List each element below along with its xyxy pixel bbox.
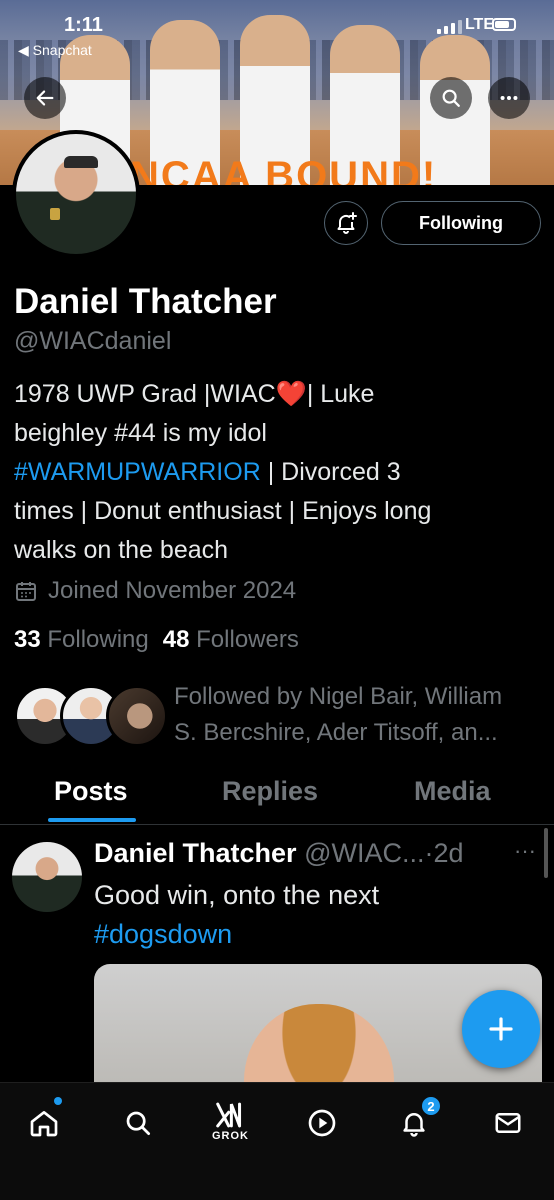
divider xyxy=(0,824,554,825)
bio-text: walks on the beach xyxy=(14,536,229,564)
avatar-badge xyxy=(50,208,60,220)
nav-search[interactable] xyxy=(118,1103,158,1143)
nav-messages[interactable] xyxy=(488,1103,528,1143)
calendar-icon xyxy=(16,582,36,601)
notifications-subscribe-button[interactable] xyxy=(324,201,368,245)
back-to-app-link[interactable]: ◀ Snapchat xyxy=(18,42,92,59)
mail-icon xyxy=(495,1113,521,1133)
profile-bio: 1978 UWP Grad |WIAC❤️| Luke beighley #44… xyxy=(14,375,534,570)
tab-replies[interactable]: Replies xyxy=(222,776,318,807)
post-author-avatar[interactable] xyxy=(12,842,82,912)
bottom-navigation: GROK 2 xyxy=(0,1082,554,1200)
battery-icon xyxy=(492,18,516,31)
following-count-link[interactable]: 33 Following xyxy=(14,626,149,654)
compose-post-button[interactable] xyxy=(462,990,540,1068)
signal-icon xyxy=(437,20,462,34)
scrollbar[interactable] xyxy=(544,828,548,878)
more-horizontal-icon xyxy=(500,95,518,101)
followers-count-link[interactable]: 48 Followers xyxy=(163,626,299,654)
plus-icon xyxy=(489,1017,513,1041)
bio-text: | Divorced 3 xyxy=(260,458,401,486)
status-bar: 1:11 ◀ Snapchat LTE xyxy=(0,14,554,58)
following-button[interactable]: Following xyxy=(381,201,541,245)
bio-text: 1978 UWP Grad |WIAC xyxy=(14,380,276,408)
status-time: 1:11 xyxy=(64,14,103,36)
post-text: Good win, onto the next #dogsdown xyxy=(94,876,379,954)
post-more-icon[interactable]: ··· xyxy=(514,838,536,864)
banner-text: NCAA BOUND! xyxy=(130,154,438,185)
follower-avatar xyxy=(106,685,168,747)
followers-count: 48 xyxy=(162,626,190,653)
followers-label: Followers xyxy=(196,626,299,653)
followed-by-text[interactable]: Followed by Nigel Bair, William S. Bercs… xyxy=(174,679,544,751)
bell-plus-icon xyxy=(337,212,357,234)
profile-tabs: Posts Replies Media xyxy=(0,770,554,824)
post-handle-time: @WIAC...·2d xyxy=(304,838,464,868)
home-unread-dot xyxy=(54,1097,62,1105)
nav-grok[interactable] xyxy=(210,1095,250,1135)
grok-label: GROK xyxy=(212,1130,249,1142)
profile-avatar[interactable] xyxy=(12,130,140,258)
bio-text: beighley #44 is my idol xyxy=(14,419,267,447)
nav-home[interactable] xyxy=(24,1103,64,1143)
following-count: 33 xyxy=(14,626,41,653)
followed-by-avatars[interactable] xyxy=(14,685,168,749)
grok-icon xyxy=(216,1102,242,1128)
bio-hashtag-link[interactable]: #WARMUPWARRIOR xyxy=(14,458,261,486)
more-options-button[interactable] xyxy=(488,77,530,119)
active-tab-indicator xyxy=(48,818,136,822)
arrow-left-icon xyxy=(36,90,54,106)
tab-posts[interactable]: Posts xyxy=(54,776,128,807)
joined-text: Joined November 2024 xyxy=(48,577,297,604)
post-header: Daniel Thatcher @WIAC...·2d xyxy=(94,838,464,869)
bio-text: | Luke xyxy=(306,380,375,408)
back-button[interactable] xyxy=(24,77,66,119)
search-button[interactable] xyxy=(430,77,472,119)
nav-video[interactable] xyxy=(302,1103,342,1143)
network-label: LTE xyxy=(464,16,494,33)
follow-counts: 33 Following 48 Followers xyxy=(14,626,299,654)
avatar-hair xyxy=(64,156,98,168)
followed-by-line: Followed by Nigel Bair, William xyxy=(174,683,503,710)
search-icon xyxy=(442,89,460,107)
post-author-name[interactable]: Daniel Thatcher xyxy=(94,838,297,868)
profile-name: Daniel Thatcher xyxy=(14,282,277,321)
home-icon xyxy=(30,1111,58,1137)
following-label: Following xyxy=(47,626,149,653)
play-icon xyxy=(308,1109,336,1137)
heart-icon: ❤️ xyxy=(275,380,307,408)
notification-count-badge: 2 xyxy=(420,1095,442,1117)
bio-text: times | Donut enthusiast | Enjoys long xyxy=(14,497,432,525)
search-icon xyxy=(126,1111,150,1135)
tab-media[interactable]: Media xyxy=(414,776,491,807)
post-hashtag-link[interactable]: #dogsdown xyxy=(94,919,232,949)
followed-by-line: S. Bercshire, Ader Titsoff, an... xyxy=(174,719,498,746)
profile-handle: @WIACdaniel xyxy=(14,327,172,355)
joined-date: Joined November 2024 xyxy=(14,577,296,605)
post-body: Good win, onto the next xyxy=(94,880,380,910)
